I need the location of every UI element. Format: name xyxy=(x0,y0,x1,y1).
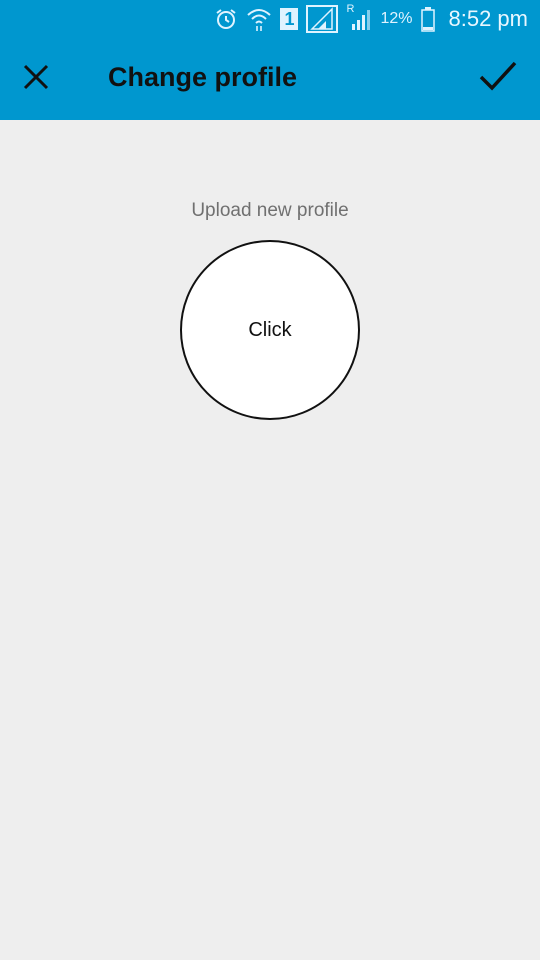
upload-label: Upload new profile xyxy=(191,200,349,221)
wifi-icon xyxy=(246,5,272,33)
battery-percent: 12% xyxy=(380,10,413,27)
confirm-button[interactable] xyxy=(468,46,528,110)
sim-slot-label: 1 xyxy=(280,8,299,30)
signal-icon xyxy=(306,5,339,33)
avatar-button-label: Click xyxy=(248,318,292,341)
roaming-signal-icon: R xyxy=(346,3,372,33)
battery-icon xyxy=(420,5,435,33)
alarm-icon xyxy=(214,5,238,33)
close-button[interactable] xyxy=(6,49,66,109)
sim-icon: 1 xyxy=(280,5,299,33)
roaming-label: R xyxy=(346,3,355,15)
page-title: Change profile xyxy=(108,62,298,92)
app-bar: Change profile xyxy=(0,38,540,120)
avatar-upload-button[interactable]: Click xyxy=(180,240,360,420)
content-area: Upload new profile Click xyxy=(0,120,540,960)
status-bar: 1 R 12% 8:52 pm xyxy=(0,0,540,38)
check-icon xyxy=(478,60,518,97)
clock-time: 8:52 pm xyxy=(448,6,529,31)
close-icon xyxy=(22,63,50,96)
